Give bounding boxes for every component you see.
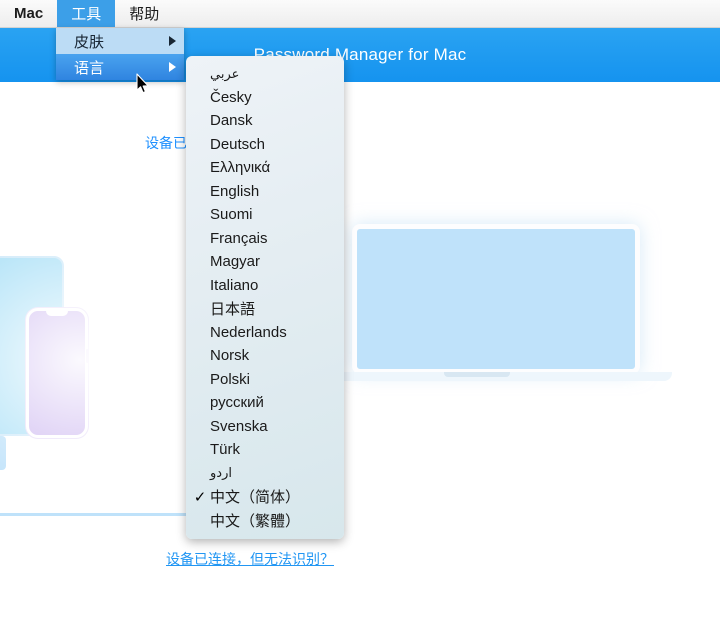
laptop-trackpad-notch	[444, 372, 510, 377]
triangle-right-icon	[169, 62, 176, 72]
language-menu-item-8[interactable]: Magyar	[186, 250, 344, 274]
language-menu-item-label: Magyar	[210, 253, 261, 271]
phone-notch	[46, 310, 68, 316]
device-not-recognized-link[interactable]: 设备已连接，但无法识别？	[0, 549, 500, 569]
tools-dropdown-menu: 皮肤 语言	[56, 28, 184, 80]
tools-menu-item-0[interactable]: 皮肤	[56, 28, 184, 54]
language-menu-item-label: عربي	[210, 65, 240, 81]
language-menu-item-0[interactable]: عربي	[186, 62, 344, 86]
tools-menu-item-1[interactable]: 语言	[56, 54, 184, 80]
language-menu-item-label: English	[210, 182, 260, 200]
phone-side-button	[86, 349, 89, 363]
language-menu-item-label: Deutsch	[210, 135, 266, 153]
app-background: Password Manager for Mac 设备已连接 设备已连接，但无法…	[0, 0, 720, 636]
language-menu-item-17[interactable]: اردو	[186, 462, 344, 486]
language-menu-item-15[interactable]: Svenska	[186, 415, 344, 439]
menubar-item-2[interactable]: 帮助	[115, 0, 173, 27]
language-menu-item-label: Italiano	[210, 276, 259, 294]
language-menu-item-label: Türk	[210, 441, 240, 459]
language-menu-item-label: 日本語	[210, 301, 256, 319]
language-menu-item-16[interactable]: Türk	[186, 438, 344, 462]
laptop-illustration	[326, 224, 672, 394]
language-menu-item-1[interactable]: Česky	[186, 86, 344, 110]
language-menu-item-19[interactable]: 中文（繁體）	[186, 509, 344, 533]
language-menu-item-18[interactable]: ✓ 中文（简体）	[186, 485, 344, 509]
menubar-item-1[interactable]: 工具	[57, 0, 116, 27]
language-menu-item-label: 中文（简体）	[210, 489, 301, 507]
language-menu-item-label: 中文（繁體）	[210, 512, 301, 530]
language-menu-item-7[interactable]: Français	[186, 227, 344, 251]
language-menu-item-label: Dansk	[210, 112, 253, 130]
language-menu-item-label: Svenska	[210, 417, 268, 435]
language-menu-item-label: Ελληνικά	[210, 159, 271, 177]
language-menu-item-14[interactable]: русский	[186, 391, 344, 415]
language-menu-item-10[interactable]: 日本語	[186, 297, 344, 321]
language-menu-item-label: اردو	[210, 465, 232, 481]
language-menu-item-12[interactable]: Norsk	[186, 344, 344, 368]
language-menu-item-13[interactable]: Polski	[186, 368, 344, 392]
language-menu-item-2[interactable]: Dansk	[186, 109, 344, 133]
language-menu-item-label: Suomi	[210, 206, 253, 224]
language-menu-item-11[interactable]: Nederlands	[186, 321, 344, 345]
tools-menu-item-label: 语言	[74, 59, 105, 77]
language-menu-item-label: Polski	[210, 370, 251, 388]
language-menu-item-4[interactable]: Ελληνικά	[186, 156, 344, 180]
connector-plug-illustration	[0, 436, 6, 470]
language-menu-item-label: Nederlands	[210, 323, 287, 341]
checkmark-icon: ✓	[193, 488, 207, 506]
language-menu-item-label: Česky	[210, 88, 252, 106]
language-menu-item-label: Norsk	[210, 347, 250, 365]
language-menu-item-6[interactable]: Suomi	[186, 203, 344, 227]
language-menu-item-5[interactable]: English	[186, 180, 344, 204]
device-illustration	[0, 90, 720, 520]
language-menu-item-label: русский	[210, 394, 264, 412]
menubar-item-0[interactable]: Mac	[0, 0, 57, 27]
language-submenu: عربي Česky Dansk Deutsch Ελληνικά English Suom…	[186, 56, 344, 539]
language-menu-item-label: Français	[210, 229, 268, 247]
language-menu-item-3[interactable]: Deutsch	[186, 133, 344, 157]
tools-menu-item-label: 皮肤	[74, 33, 105, 51]
laptop-screen	[352, 224, 640, 374]
menu-bar: Mac 工具 帮助	[0, 0, 720, 28]
triangle-right-icon	[169, 36, 176, 46]
cable-illustration	[0, 406, 192, 516]
language-menu-item-9[interactable]: Italiano	[186, 274, 344, 298]
